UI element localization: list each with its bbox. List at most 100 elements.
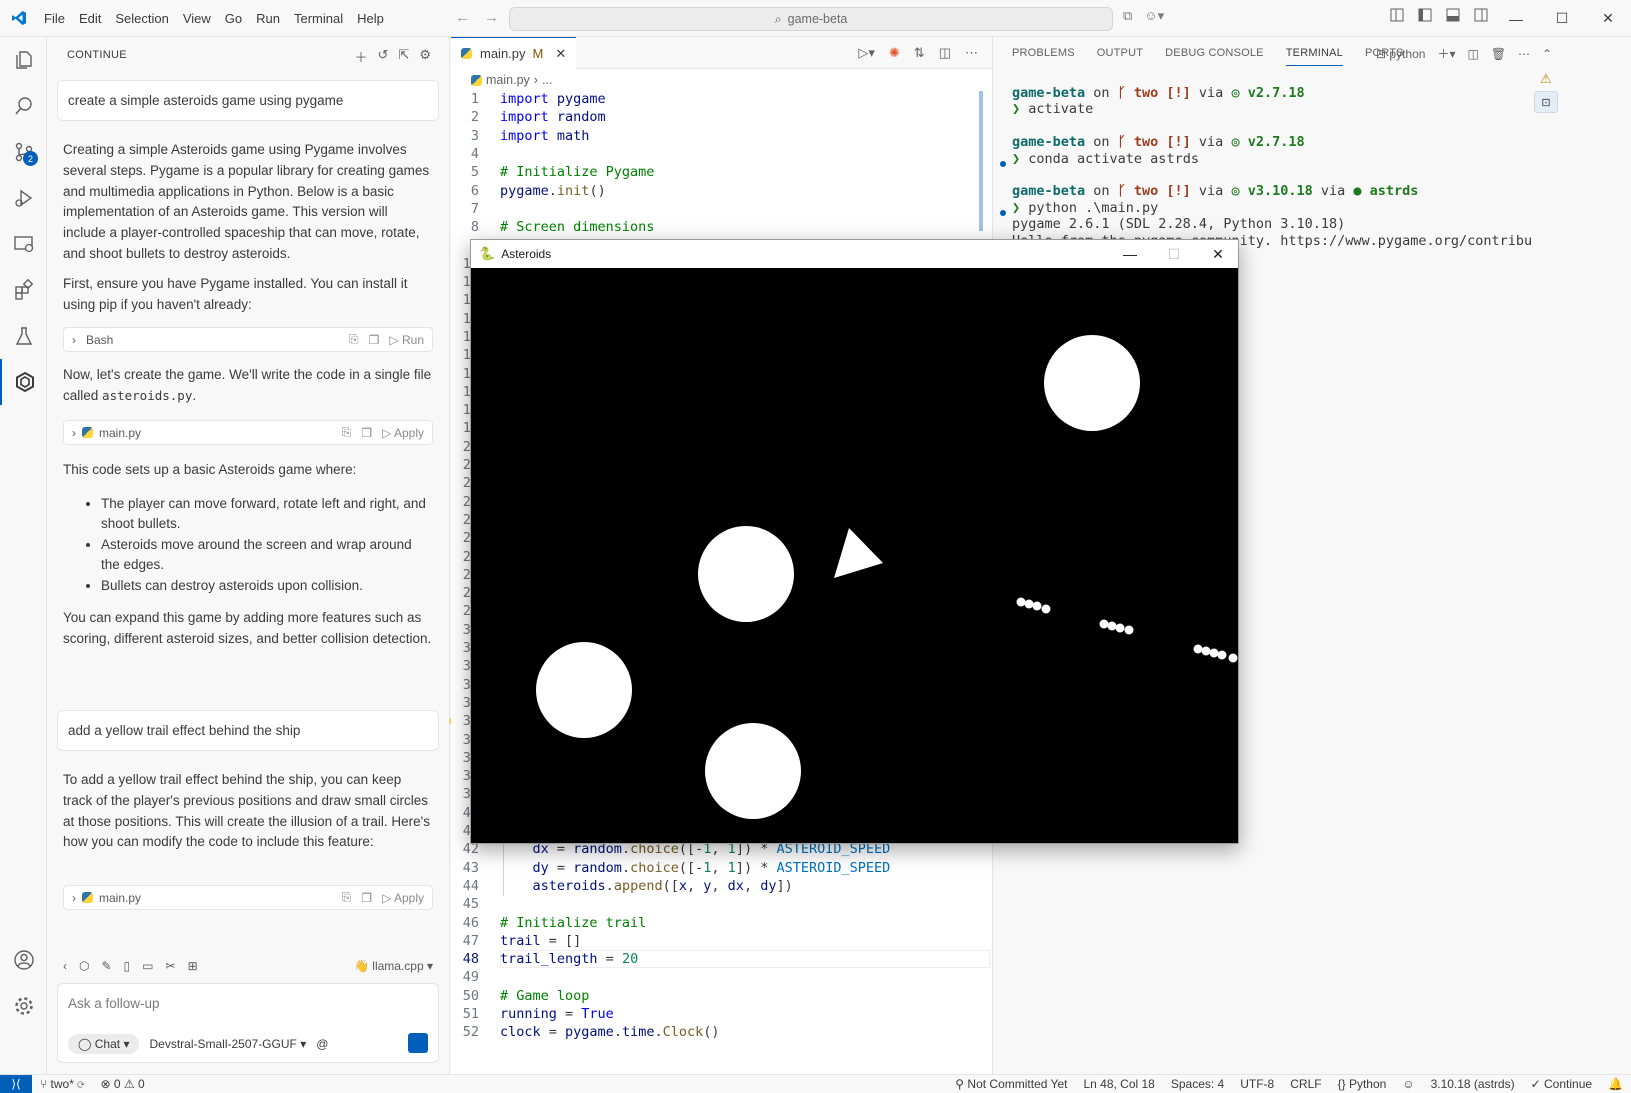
continue-status[interactable]: ✓ Continue	[1523, 1077, 1600, 1091]
user-message-1[interactable]: create a simple asteroids game using pyg…	[57, 80, 439, 121]
python-interpreter[interactable]: 3.10.18 (astrds)	[1423, 1077, 1523, 1091]
copy-icon[interactable]: ❐	[369, 333, 380, 347]
menu-go[interactable]: Go	[218, 11, 249, 26]
code-block-main-2[interactable]: › main.py ⎘ ❐ ▷ Apply	[63, 885, 433, 910]
language-mode[interactable]: {} Python	[1330, 1077, 1395, 1091]
grid-icon[interactable]: ⊞	[188, 959, 198, 973]
search-view-icon[interactable]	[0, 83, 47, 129]
customize-layout-icon[interactable]	[1390, 8, 1404, 25]
chat-input[interactable]: Ask a follow-up ◯ Chat ▾ Devstral-Small-…	[57, 983, 439, 1063]
cursor-position[interactable]: Ln 48, Col 18	[1075, 1077, 1162, 1091]
close-tab-icon[interactable]: ✕	[555, 46, 566, 62]
insert-at-cursor-icon[interactable]: ⎘	[342, 425, 352, 440]
git-blame-indicator[interactable]: ⚲ Not Committed Yet	[947, 1077, 1075, 1091]
terminal-shell-select[interactable]: ⊡ python	[1376, 47, 1425, 61]
close-window-icon[interactable]: ✕	[1585, 0, 1631, 37]
settings-gear-icon[interactable]: ⚙	[419, 47, 431, 66]
editor-scrollbar[interactable]	[979, 91, 983, 231]
insert-at-cursor-icon[interactable]: ⎘	[342, 890, 352, 905]
toggle-primary-sidebar-icon[interactable]	[1418, 8, 1432, 25]
tab-problems[interactable]: PROBLEMS	[1012, 47, 1075, 59]
copilot-icon[interactable]: ☺▾	[1144, 8, 1164, 24]
notifications-bell-icon[interactable]: 🔔	[1600, 1077, 1631, 1091]
copilot-status-icon[interactable]: ☺	[1394, 1077, 1422, 1091]
terminal-output[interactable]: game-beta on ᚴ two [!] via ◎ v2.7.18 ❯ a…	[1012, 85, 1532, 249]
tab-main-py[interactable]: main.py M ✕	[451, 37, 577, 69]
new-session-icon[interactable]: ＋	[355, 47, 368, 66]
maximize-panel-icon[interactable]: ⌃	[1542, 47, 1552, 61]
send-button[interactable]	[408, 1033, 428, 1053]
mode-select[interactable]: ◯ Chat ▾	[68, 1034, 140, 1054]
minimize-icon[interactable]: —	[1493, 0, 1539, 37]
chevron-left-icon[interactable]: ‹	[63, 959, 67, 973]
user-message-2[interactable]: add a yellow trail effect behind the shi…	[57, 710, 439, 751]
model-provider-select[interactable]: 👋 llama.cpp ▾	[354, 959, 433, 973]
back-arrow-icon[interactable]: ←	[455, 9, 470, 26]
tools-icon[interactable]: ✂	[166, 959, 176, 973]
comment-icon[interactable]: ▭	[142, 959, 153, 973]
breadcrumb-file[interactable]: main.py	[486, 73, 530, 87]
debug-icon[interactable]: ✺	[889, 45, 900, 61]
problems-indicator[interactable]: ⊗ 0 ⚠ 0	[92, 1077, 152, 1091]
insert-at-cursor-icon[interactable]: ⎘	[349, 332, 359, 347]
encoding[interactable]: UTF-8	[1232, 1077, 1282, 1091]
toggle-secondary-sidebar-icon[interactable]	[1474, 8, 1488, 25]
continue-icon[interactable]	[0, 359, 47, 405]
explorer-icon[interactable]	[0, 37, 47, 83]
menu-run[interactable]: Run	[249, 11, 287, 26]
remote-indicator-icon[interactable]: ⟩⟨	[0, 1074, 32, 1093]
game-close-icon[interactable]: ✕	[1196, 240, 1240, 268]
tab-terminal[interactable]: TERMINAL	[1285, 47, 1343, 66]
remote-explorer-icon[interactable]	[0, 221, 47, 267]
apply-button[interactable]: ▷ Apply	[382, 426, 424, 440]
chevron-right-icon[interactable]: ›	[72, 426, 76, 440]
cube-icon[interactable]: ⬡	[79, 959, 89, 973]
book-icon[interactable]: ▯	[124, 959, 131, 973]
menu-terminal[interactable]: Terminal	[287, 11, 350, 26]
accounts-icon[interactable]	[0, 937, 47, 983]
menu-file[interactable]: File	[37, 11, 72, 26]
chevron-right-icon[interactable]: ›	[72, 333, 76, 347]
pencil-icon[interactable]: ✎	[101, 959, 111, 973]
maximize-icon[interactable]: ☐	[1539, 0, 1585, 37]
more-actions-icon[interactable]: ⋯	[1518, 47, 1530, 61]
menu-view[interactable]: View	[176, 11, 218, 26]
warning-icon[interactable]: ⚠	[1540, 71, 1552, 87]
source-control-icon[interactable]: 2	[0, 129, 47, 175]
breadcrumb-more[interactable]: ...	[542, 73, 552, 87]
run-python-icon[interactable]: ▷▾	[858, 45, 875, 61]
manage-gear-icon[interactable]	[0, 983, 47, 1029]
forward-arrow-icon[interactable]: →	[484, 9, 499, 26]
code-block-bash[interactable]: › Bash ⎘ ❐ ▷ Run	[63, 327, 433, 352]
command-decoration-icon[interactable]	[1000, 161, 1006, 167]
menu-edit[interactable]: Edit	[72, 11, 108, 26]
terminal-tab-icon[interactable]: ⊡	[1534, 91, 1558, 113]
command-center[interactable]: ⌕ game-beta	[509, 7, 1113, 31]
command-decoration-icon[interactable]	[1000, 210, 1006, 216]
split-editor-icon[interactable]: ◫	[939, 45, 951, 61]
tab-debug-console[interactable]: DEBUG CONSOLE	[1165, 47, 1264, 59]
toggle-panel-icon[interactable]	[1446, 8, 1460, 25]
game-canvas[interactable]	[471, 268, 1238, 843]
run-debug-icon[interactable]	[0, 175, 47, 221]
game-minimize-icon[interactable]: —	[1108, 240, 1152, 268]
apply-button[interactable]: ▷ Apply	[382, 891, 424, 905]
menu-help[interactable]: Help	[350, 11, 391, 26]
extensions-icon[interactable]	[0, 267, 47, 313]
more-actions-icon[interactable]: ⋯	[965, 45, 978, 61]
compare-changes-icon[interactable]: ⇅	[914, 45, 925, 61]
at-mention-button[interactable]: @	[316, 1037, 328, 1051]
new-terminal-icon[interactable]: ＋▾	[1437, 45, 1455, 62]
history-icon[interactable]: ↺	[378, 47, 389, 66]
menu-selection[interactable]: Selection	[108, 11, 175, 26]
end-of-line[interactable]: CRLF	[1282, 1077, 1329, 1091]
model-select[interactable]: Devstral-Small-2507-GGUF ▾	[149, 1037, 306, 1051]
open-in-editor-icon[interactable]: ⇱	[398, 47, 409, 66]
indentation[interactable]: Spaces: 4	[1163, 1077, 1232, 1091]
testing-icon[interactable]	[0, 313, 47, 359]
copy-icon[interactable]: ❐	[361, 891, 372, 905]
open-external-icon[interactable]: ⧉	[1123, 8, 1132, 24]
code-block-main-1[interactable]: › main.py ⎘ ❐ ▷ Apply	[63, 420, 433, 445]
copy-icon[interactable]: ❐	[361, 426, 372, 440]
split-terminal-icon[interactable]: ◫	[1467, 47, 1478, 61]
